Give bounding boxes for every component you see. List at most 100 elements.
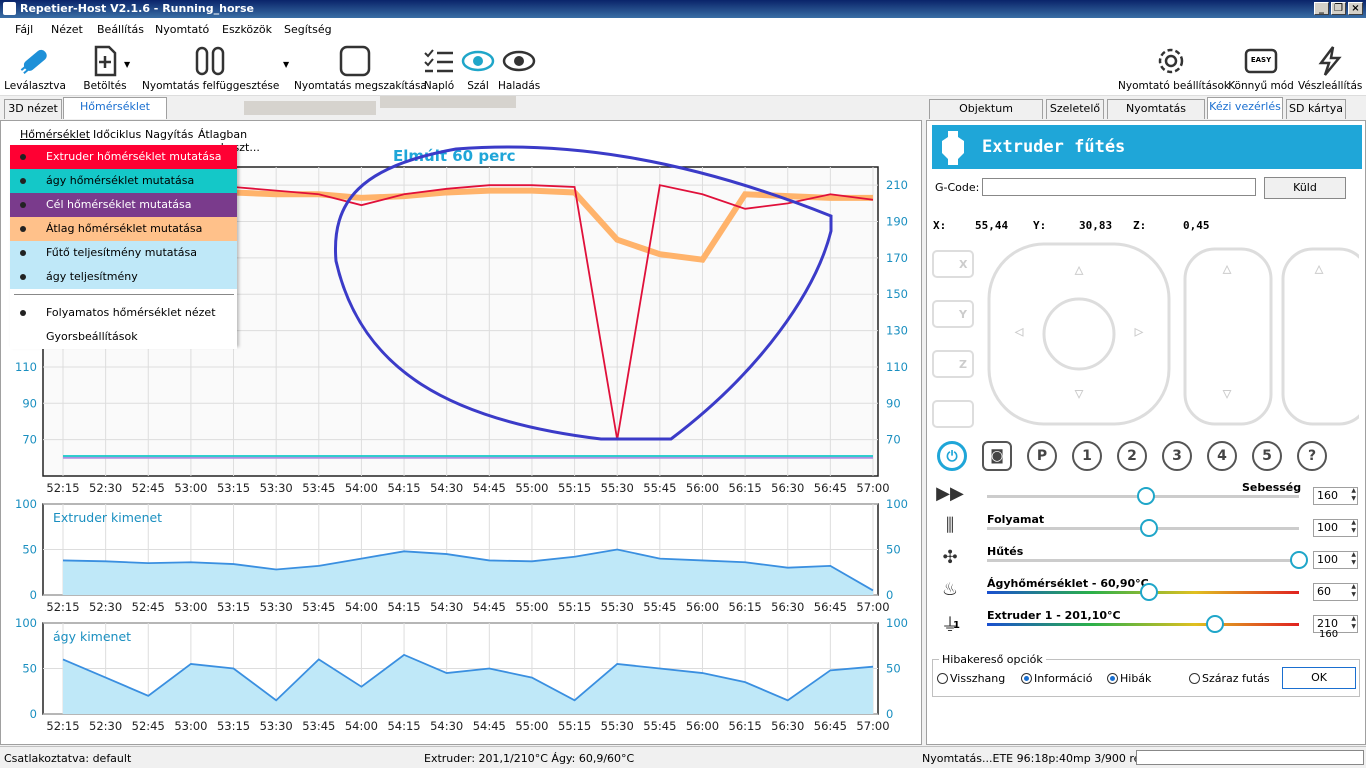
dropdown-item[interactable]: Extruder hőmérséklet mutatása bbox=[10, 145, 237, 169]
slider-track[interactable] bbox=[987, 623, 1299, 626]
x-tick-label: 55:15 bbox=[558, 719, 591, 733]
menu-tools[interactable]: Eszközök bbox=[222, 23, 272, 36]
x-tick-label: 52:30 bbox=[89, 600, 122, 614]
x-tick-label: 55:15 bbox=[558, 600, 591, 614]
tab-print-preview[interactable]: Nyomtatás előkép bbox=[1107, 99, 1205, 133]
title-bar: Repetier-Host V2.1.6 - Running_horse _ ❐… bbox=[0, 0, 1366, 18]
control-button[interactable]: 5 bbox=[1252, 441, 1282, 471]
slider-thumb[interactable] bbox=[1205, 615, 1224, 633]
gcode-input[interactable] bbox=[982, 178, 1256, 196]
control-button[interactable]: 2 bbox=[1117, 441, 1147, 471]
tab-slicer[interactable]: Szeletelő bbox=[1046, 99, 1104, 119]
dropdown-item[interactable]: Gyorsbeállítások bbox=[10, 325, 237, 349]
slider-value-spinner[interactable]: 60 bbox=[1313, 583, 1358, 601]
control-button[interactable]: P bbox=[1027, 441, 1057, 471]
load-dropdown[interactable]: ▼ bbox=[120, 42, 136, 96]
control-button[interactable]: 1 bbox=[1072, 441, 1102, 471]
plug-icon bbox=[20, 49, 47, 74]
x-tick-label: 54:00 bbox=[345, 481, 378, 495]
submenu-timecycle[interactable]: Időciklus bbox=[93, 128, 141, 141]
pause-print-button[interactable]: Nyomtatás felfüggesztése bbox=[142, 42, 279, 96]
dropdown-item[interactable]: Folyamatos hőmérséklet nézet bbox=[10, 301, 237, 325]
y-tick-label-right: 130 bbox=[886, 324, 908, 338]
slider-value-spinner[interactable]: 160 bbox=[1313, 487, 1358, 505]
tab-manual-control[interactable]: Kézi vezérlés bbox=[1207, 97, 1283, 119]
power-icon[interactable]: ⏻ bbox=[937, 441, 967, 471]
menu-settings[interactable]: Beállítás bbox=[97, 23, 144, 36]
ok-button[interactable]: OK bbox=[1282, 667, 1356, 689]
easy-mode-button[interactable]: EASY Könnyű mód bbox=[1228, 42, 1294, 96]
x-tick-label: 53:00 bbox=[174, 719, 207, 733]
dropdown-item[interactable]: Átlag hőmérséklet mutatása bbox=[10, 217, 237, 241]
emergency-stop-button[interactable]: Vészleállítás bbox=[1298, 42, 1362, 96]
arrow-down-icon: ▿ bbox=[1222, 383, 1231, 404]
stop-print-button[interactable]: Nyomtatás megszakítása bbox=[294, 42, 427, 96]
eye-icon bbox=[502, 50, 536, 72]
debug-radio[interactable] bbox=[1189, 673, 1200, 684]
x-tick-label: 54:45 bbox=[473, 481, 506, 495]
menu-printer[interactable]: Nyomtató bbox=[155, 23, 209, 36]
slider-value-spinner[interactable]: 100 bbox=[1313, 551, 1358, 569]
x-tick-label: 55:45 bbox=[643, 719, 676, 733]
tab-3d-view[interactable]: 3D nézet bbox=[4, 99, 62, 119]
home-all-icon bbox=[932, 400, 974, 428]
x-tick-label: 54:45 bbox=[473, 719, 506, 733]
thread-button[interactable]: Szál bbox=[460, 42, 496, 96]
camera-icon[interactable]: ◙ bbox=[982, 441, 1012, 471]
control-button[interactable]: 4 bbox=[1207, 441, 1237, 471]
x-tick-label: 56:15 bbox=[729, 600, 762, 614]
dropdown-item[interactable]: Fűtő teljesítmény mutatása bbox=[10, 241, 237, 265]
tab-temperature-curve[interactable]: Hőmérséklet görbe bbox=[63, 97, 167, 131]
log-button[interactable]: Napló bbox=[420, 42, 458, 96]
easy-badge-text: EASY bbox=[1250, 56, 1272, 64]
submenu-zoom[interactable]: Nagyítás bbox=[145, 128, 193, 141]
disconnect-button[interactable]: Leválasztva bbox=[2, 42, 68, 96]
eye-icon-active bbox=[461, 50, 495, 72]
home-z-icon bbox=[932, 350, 974, 378]
x-tick-label: 53:30 bbox=[260, 719, 293, 733]
y-tick-label-right: 110 bbox=[886, 360, 908, 374]
minimize-button[interactable]: _ bbox=[1314, 2, 1329, 15]
manual-control-panel: Extruder fűtés G-Code: Küld X: 55,44 Y: … bbox=[926, 120, 1366, 745]
close-button[interactable]: × bbox=[1348, 2, 1363, 15]
dropdown-item[interactable]: ágy teljesítmény bbox=[10, 265, 237, 289]
menu-file[interactable]: Fájl bbox=[15, 23, 33, 36]
debug-radio[interactable] bbox=[1107, 673, 1118, 684]
control-button[interactable]: ? bbox=[1297, 441, 1327, 471]
printer-settings-button[interactable]: Nyomtató beállítások bbox=[1118, 42, 1230, 96]
slider-value-spinner[interactable]: 100 bbox=[1313, 519, 1358, 537]
x-tick-label: 57:00 bbox=[856, 481, 889, 495]
slider-track[interactable] bbox=[987, 559, 1299, 562]
restore-button[interactable]: ❐ bbox=[1331, 2, 1346, 15]
x-tick-label: 56:00 bbox=[686, 719, 719, 733]
tab-object-placement[interactable]: Objektum elhelyezése bbox=[929, 99, 1043, 133]
pause-dropdown[interactable]: ▼ bbox=[280, 42, 294, 96]
menu-help[interactable]: Segítség bbox=[284, 23, 332, 36]
debug-option-label: Száraz futás bbox=[1202, 672, 1270, 685]
submenu-temperature[interactable]: Hőmérséklet bbox=[20, 128, 90, 141]
control-button[interactable]: 3 bbox=[1162, 441, 1192, 471]
slider-thumb[interactable] bbox=[1140, 583, 1159, 601]
y-tick-label-left: 70 bbox=[22, 433, 37, 447]
x-tick-label: 55:30 bbox=[601, 481, 634, 495]
debug-radio[interactable] bbox=[937, 673, 948, 684]
tab-sd-card[interactable]: SD kártya bbox=[1286, 99, 1346, 119]
tab-placeholder bbox=[380, 96, 516, 108]
extruder-number-badge: 1 bbox=[953, 620, 960, 631]
file-add-icon bbox=[94, 45, 117, 77]
progress-button[interactable]: Haladás bbox=[498, 42, 540, 96]
slider-thumb[interactable] bbox=[1137, 487, 1156, 505]
send-button[interactable]: Küld bbox=[1264, 177, 1346, 199]
dropdown-item-label: Cél hőmérséklet mutatása bbox=[46, 198, 192, 211]
slider-thumb[interactable] bbox=[1140, 519, 1159, 537]
y-tick-label-left: 100 bbox=[15, 497, 37, 511]
connection-status: Csatlakoztatva: default bbox=[4, 752, 132, 765]
slider-thumb[interactable] bbox=[1290, 551, 1308, 569]
dropdown-item[interactable]: Cél hőmérséklet mutatása bbox=[10, 193, 237, 217]
menu-view[interactable]: Nézet bbox=[51, 23, 83, 36]
x-tick-label: 54:15 bbox=[387, 600, 420, 614]
extruder-heating-header: Extruder fűtés bbox=[932, 125, 1362, 169]
debug-radio[interactable] bbox=[1021, 673, 1032, 684]
x-tick-label: 56:45 bbox=[814, 719, 847, 733]
dropdown-item[interactable]: ágy hőmérséklet mutatása bbox=[10, 169, 237, 193]
